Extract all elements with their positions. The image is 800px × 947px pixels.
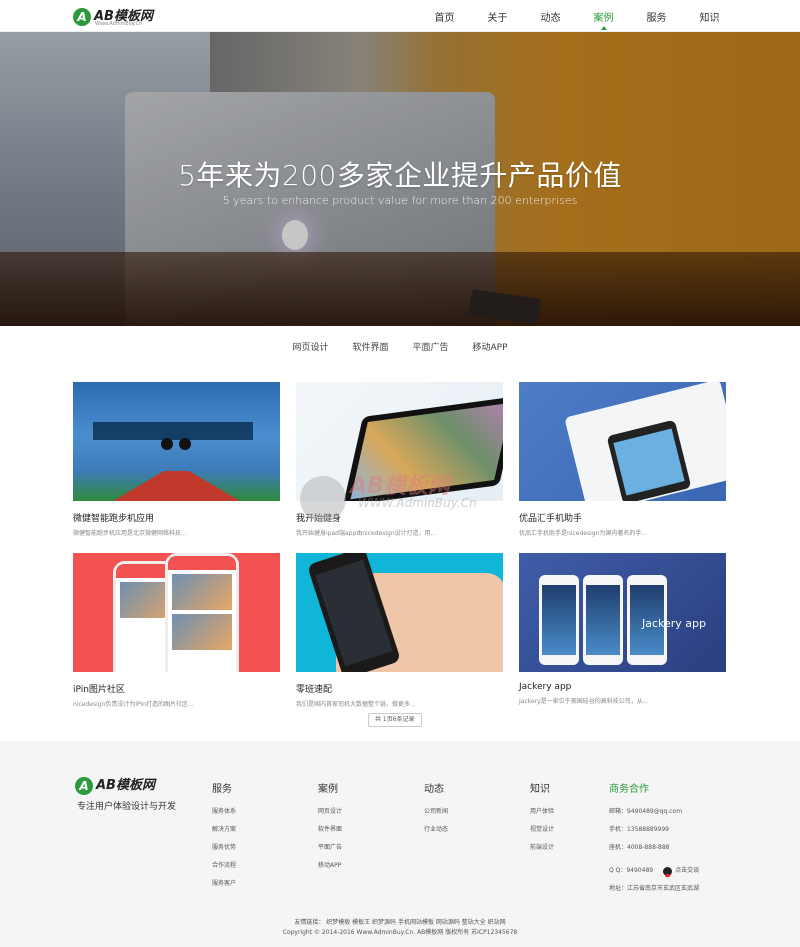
thumb-shape [542, 585, 576, 655]
case-title[interactable]: 微健智能跑步机应用 [73, 511, 280, 524]
footer-link[interactable]: 软件界面 [318, 821, 342, 839]
case-description: 微健智能跑步机应用是北京微健网络科技... [73, 530, 187, 537]
footer-logo[interactable]: A AB模板网 [75, 777, 155, 795]
logo-icon: A [75, 777, 93, 795]
case-title[interactable]: 优品汇手机助手 [519, 511, 726, 524]
footer-col-cases: 案例 网页设计 软件界面 平面广告 移动APP [318, 780, 342, 875]
main-nav: 首页 关于 动态 案例 服务 知识 [418, 0, 736, 32]
thumb-shape [586, 585, 620, 655]
case-title[interactable]: 我开始健身 [296, 511, 503, 524]
contact-phone: 座机：4008-888-888 [609, 844, 670, 851]
hero-subtitle: 5 years to enhance product value for mor… [222, 194, 578, 207]
thumb-shape [172, 614, 232, 650]
tab-mobile-app[interactable]: 移动APP [461, 340, 520, 353]
footer-heading: 案例 [318, 784, 338, 795]
logo-icon: A [73, 8, 91, 26]
thumb-shape [583, 575, 623, 665]
thumb-shape [93, 422, 253, 440]
footer-link[interactable]: 行业动态 [424, 821, 448, 839]
footer-link[interactable]: 前端设计 [530, 839, 554, 857]
thumb-shape [342, 395, 503, 501]
footer-link[interactable]: 用户体验 [530, 803, 554, 821]
thumbnail-label: Jackery app [641, 617, 706, 630]
nav-about[interactable]: 关于 [471, 0, 524, 32]
footer-link[interactable]: 服务客户 [212, 875, 236, 893]
tab-software-ui[interactable]: 软件界面 [340, 340, 400, 353]
friend-links[interactable]: 友情链接： 织梦模板 模板王 织梦源码 手机网站模板 网站源码 整站大全 织站网 [0, 917, 800, 926]
footer-col-services: 服务 服务体系 解决方案 服务优势 合作流程 服务客户 [212, 780, 236, 893]
footer-link[interactable]: 网页设计 [318, 803, 342, 821]
case-thumbnail[interactable] [73, 553, 280, 672]
contact-qq: Q Q：9490489 点击交谈 [609, 862, 699, 880]
contact-mobile: 手机：13588889999 [609, 826, 669, 833]
footer-link[interactable]: 合作流程 [212, 857, 236, 875]
hero-banner: 5年来为200多家企业提升产品价值 5 years to enhance pro… [0, 32, 800, 326]
copyright: Copyright © 2014-2016 Www.AdminBuy.Cn. A… [282, 929, 518, 936]
site-footer: A AB模板网 专注用户体验设计与开发 服务 服务体系 解决方案 服务优势 合作… [0, 741, 800, 947]
case-thumbnail[interactable] [73, 382, 280, 501]
nav-news[interactable]: 动态 [524, 0, 577, 32]
nav-knowledge[interactable]: 知识 [683, 0, 736, 32]
case-thumbnail[interactable] [296, 553, 503, 672]
case-thumbnail[interactable] [519, 382, 726, 501]
footer-heading: 动态 [424, 784, 444, 795]
thumb-shape [179, 438, 191, 450]
thumb-shape [165, 553, 239, 672]
footer-link[interactable]: 服务优势 [212, 839, 236, 857]
case-card[interactable]: 微健智能跑步机应用 微健智能跑步机应用是北京微健网络科技... [73, 382, 280, 537]
contact-heading: 商务合作 [609, 784, 649, 795]
case-category-tabs: 网页设计 软件界面 平面广告 移动APP [0, 326, 800, 366]
hero-title: 5年来为200多家企业提升产品价值 [178, 159, 622, 192]
thumb-shape [161, 438, 173, 450]
case-description: nicedesign负责设计为iPin打造的图片社区... [73, 701, 194, 708]
footer-heading: 服务 [212, 784, 232, 795]
case-description: 我们是国内首家司机大数据整个链，做更多... [296, 701, 416, 708]
site-logo[interactable]: A AB模板网 Www.AdminBuy.Cn [73, 6, 153, 28]
contact-email: 邮箱：9490489@qq.com [609, 808, 683, 815]
case-card[interactable]: Jackery app Jackery app Jackery是一家位于美国硅谷… [519, 553, 726, 705]
thumb-shape [539, 575, 579, 665]
tab-print-ads[interactable]: 平面广告 [401, 340, 461, 353]
footer-col-news: 动态 公司新闻 行业动态 [424, 780, 448, 839]
footer-link[interactable]: 移动APP [318, 857, 342, 875]
nav-services[interactable]: 服务 [630, 0, 683, 32]
contact-address: 地址：江苏省南京市玄武区玄武湖 [609, 885, 700, 892]
contact-qq-number: Q Q：9490489 [609, 867, 654, 874]
footer-link[interactable]: 服务体系 [212, 803, 236, 821]
case-title[interactable]: 零班速配 [296, 682, 503, 695]
qq-penguin-icon[interactable] [663, 866, 673, 877]
case-thumbnail[interactable] [296, 382, 503, 501]
logo-text: AB模板网 [96, 778, 155, 793]
case-card[interactable]: 我开始健身 我开始健身ipad端app由nicedesign设计打造，用... [296, 382, 503, 537]
case-title[interactable]: Jackery app [519, 682, 726, 692]
pagination-info: 共 1页6条记录 [368, 713, 422, 727]
qq-chat-link[interactable]: 点击交谈 [675, 862, 699, 880]
tab-web-design[interactable]: 网页设计 [280, 340, 340, 353]
footer-slogan: 专注用户体验设计与开发 [77, 802, 177, 812]
case-thumbnail[interactable]: Jackery app [519, 553, 726, 672]
thumb-shape [350, 402, 503, 500]
case-description: 我开始健身ipad端app由nicedesign设计打造，用... [296, 530, 437, 537]
thumb-shape [168, 556, 236, 570]
footer-col-knowledge: 知识 用户体验 视觉设计 前端设计 [530, 780, 554, 857]
logo-subtext: Www.AdminBuy.Cn [95, 21, 143, 27]
footer-link[interactable]: 公司新闻 [424, 803, 448, 821]
case-title[interactable]: iPin图片社区 [73, 682, 280, 695]
footer-link[interactable]: 解决方案 [212, 821, 236, 839]
case-description: Jackery是一家位于美国硅谷的高科技公司，从... [519, 698, 649, 705]
nav-home[interactable]: 首页 [418, 0, 471, 32]
site-header: A AB模板网 Www.AdminBuy.Cn 首页 关于 动态 案例 服务 知… [0, 0, 800, 32]
nav-cases[interactable]: 案例 [577, 0, 630, 32]
thumb-shape [613, 428, 685, 496]
thumb-shape [113, 471, 240, 501]
case-description: 优品汇手机助手是nicedesign为国内著名的手... [519, 530, 648, 537]
footer-heading: 知识 [530, 784, 550, 795]
case-card[interactable]: 优品汇手机助手 优品汇手机助手是nicedesign为国内著名的手... [519, 382, 726, 537]
case-card[interactable]: 零班速配 我们是国内首家司机大数据整个链，做更多... [296, 553, 503, 708]
thumb-shape [172, 574, 232, 610]
footer-contact: 商务合作 邮箱：9490489@qq.com 手机：13588889999 座机… [609, 780, 699, 898]
footer-link[interactable]: 平面广告 [318, 839, 342, 857]
case-card[interactable]: iPin图片社区 nicedesign负责设计为iPin打造的图片社区... [73, 553, 280, 708]
footer-link[interactable]: 视觉设计 [530, 821, 554, 839]
